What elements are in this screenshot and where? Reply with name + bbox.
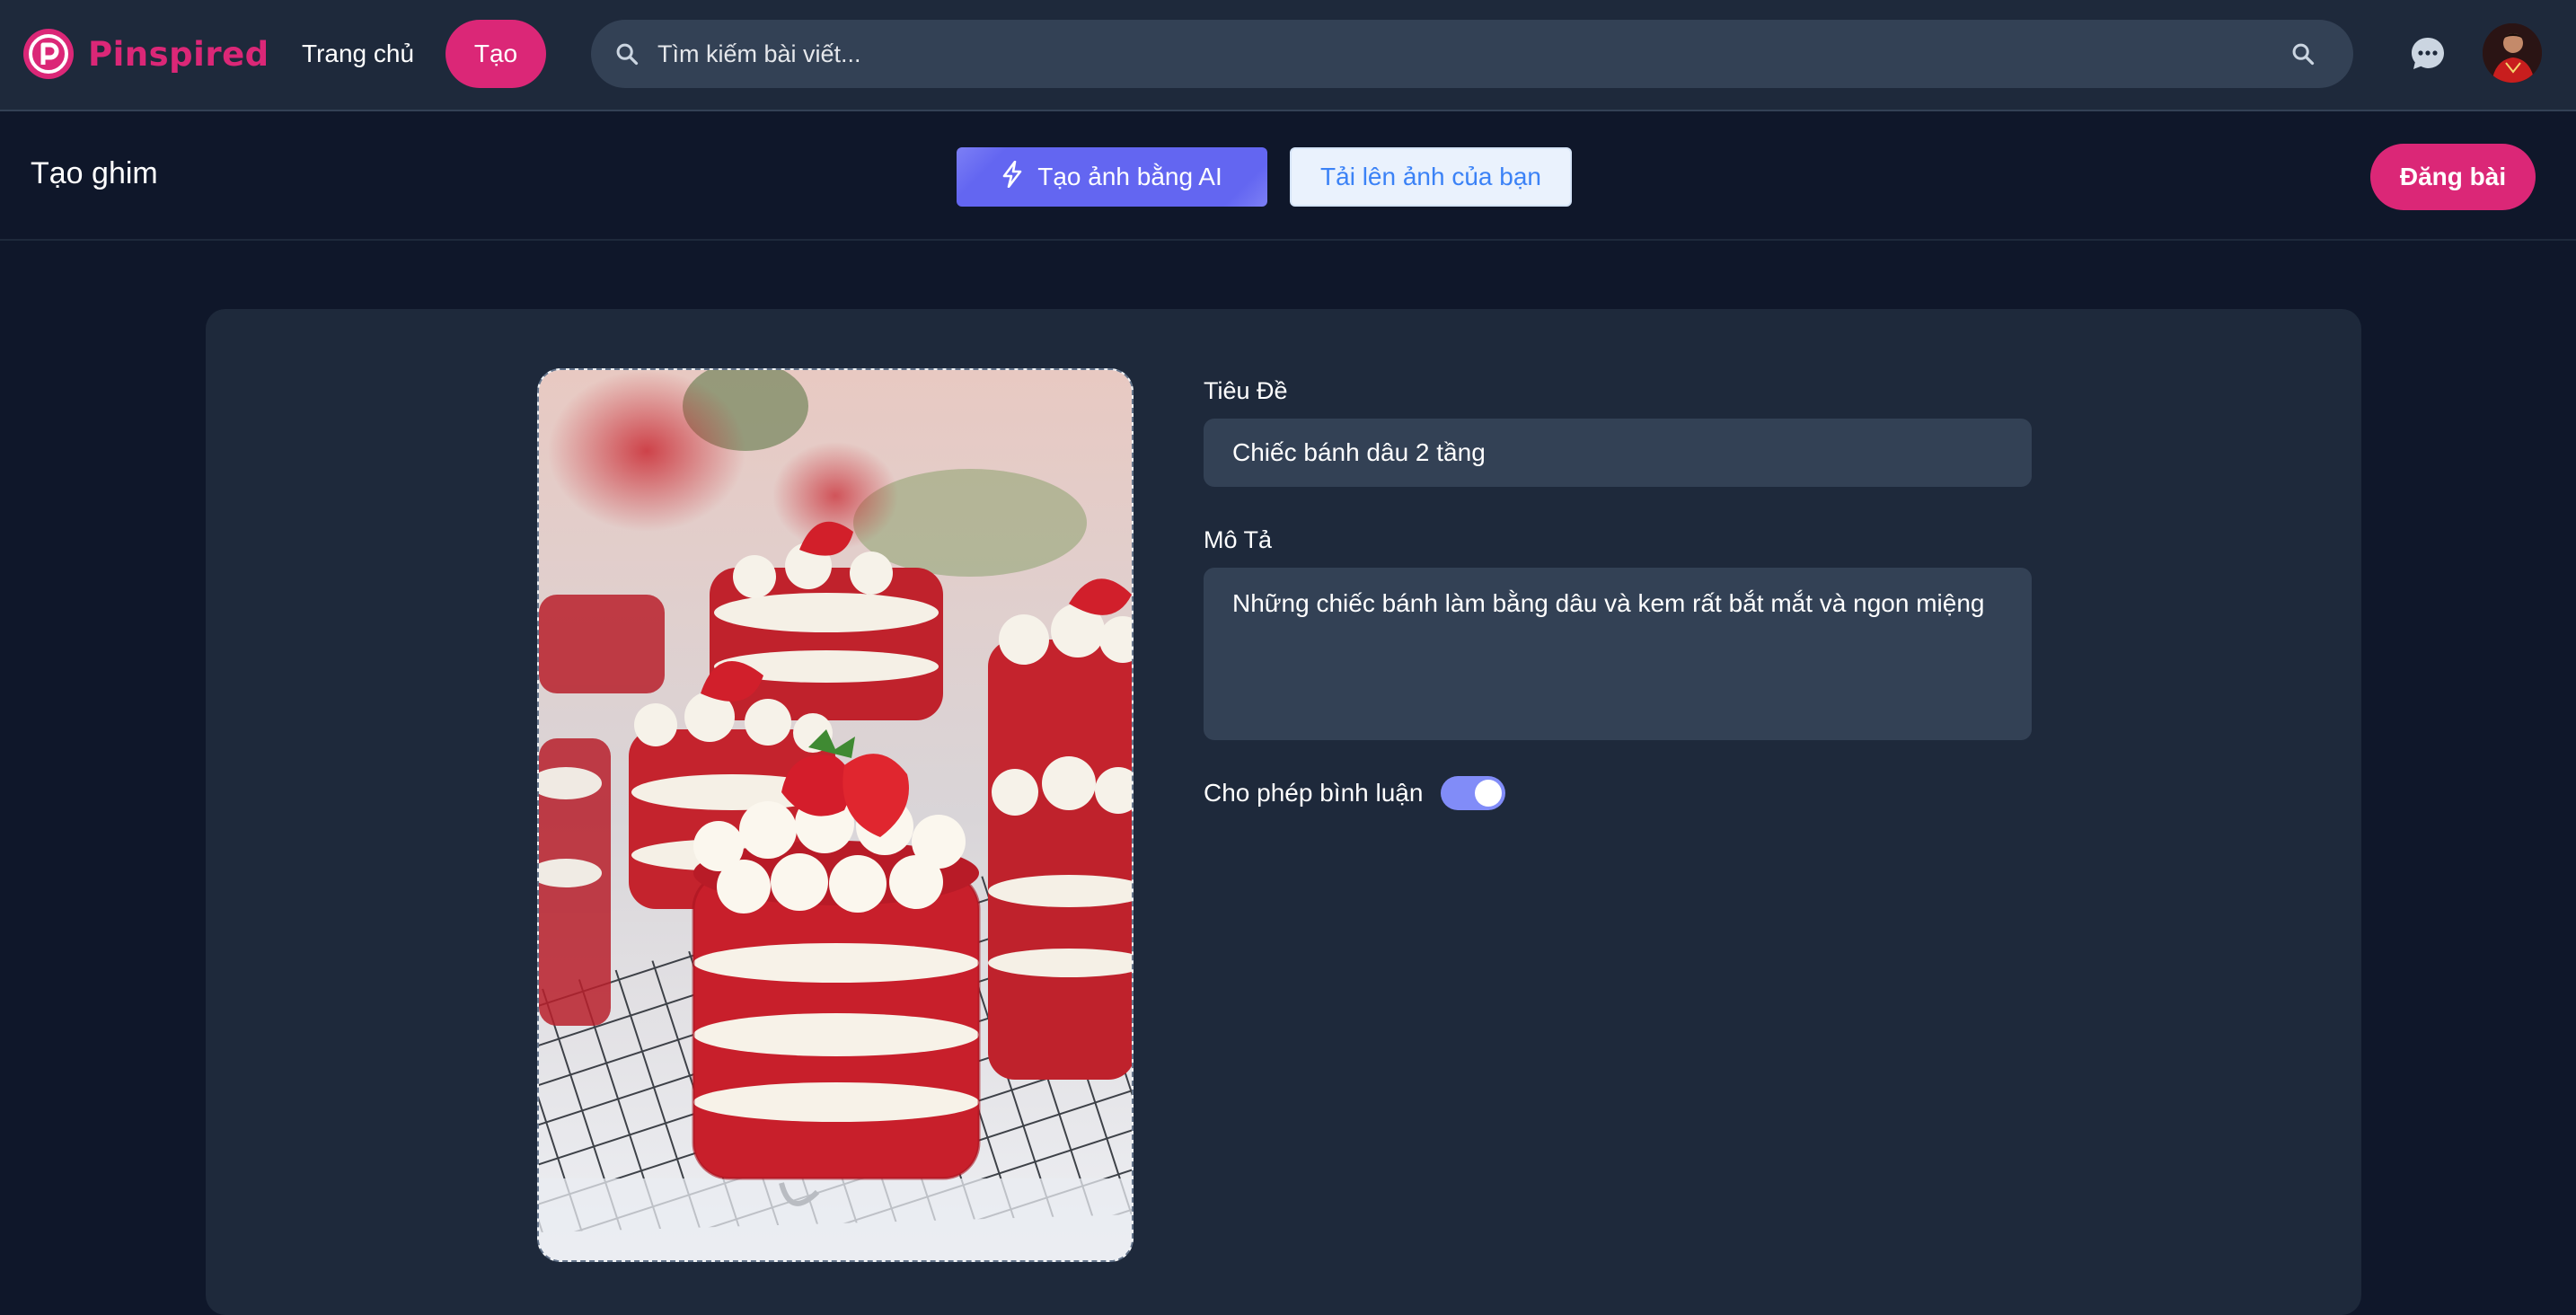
brand-logo[interactable]: Pinspired (23, 27, 269, 81)
allow-comments-row: Cho phép bình luận (1204, 774, 1506, 812)
ai-button-label: Tạo ảnh bằng AI (1037, 163, 1222, 190)
search-submit-icon[interactable] (2287, 38, 2319, 70)
title-input[interactable] (1204, 419, 2032, 487)
allow-comments-toggle[interactable] (1441, 776, 1506, 810)
pin-image-preview[interactable] (537, 368, 1134, 1262)
toggle-knob (1475, 780, 1503, 807)
nav-home-link[interactable]: Trang chủ (284, 20, 432, 88)
description-label: Mô Tả (1204, 526, 1273, 553)
description-textarea[interactable]: Những chiếc bánh làm bằng dâu và kem rất… (1204, 568, 2032, 740)
page-title: Tạo ghim (31, 156, 158, 190)
search-bar (591, 20, 2353, 88)
post-button[interactable]: Đăng bài (2370, 144, 2536, 210)
upload-image-button[interactable]: Tải lên ảnh của bạn (1290, 147, 1572, 207)
lightning-icon (1001, 160, 1023, 194)
create-pin-toolbar: Tạo ghim Tạo ảnh bằng AI Tải lên ảnh của… (0, 111, 2576, 241)
allow-comments-label: Cho phép bình luận (1204, 779, 1424, 807)
title-label: Tiêu Đề (1204, 377, 1288, 404)
pinspired-logo-icon (23, 29, 74, 79)
cake-image (539, 370, 1132, 1260)
message-icon[interactable] (2409, 35, 2447, 73)
search-icon (614, 40, 643, 68)
generate-ai-image-button[interactable]: Tạo ảnh bằng AI (957, 147, 1267, 207)
avatar[interactable] (2483, 23, 2542, 83)
nav-create-link[interactable]: Tạo (446, 20, 546, 88)
top-navbar: Pinspired Trang chủ Tạo (0, 0, 2576, 111)
brand-name: Pinspired (88, 34, 269, 74)
search-input[interactable] (657, 20, 2287, 88)
